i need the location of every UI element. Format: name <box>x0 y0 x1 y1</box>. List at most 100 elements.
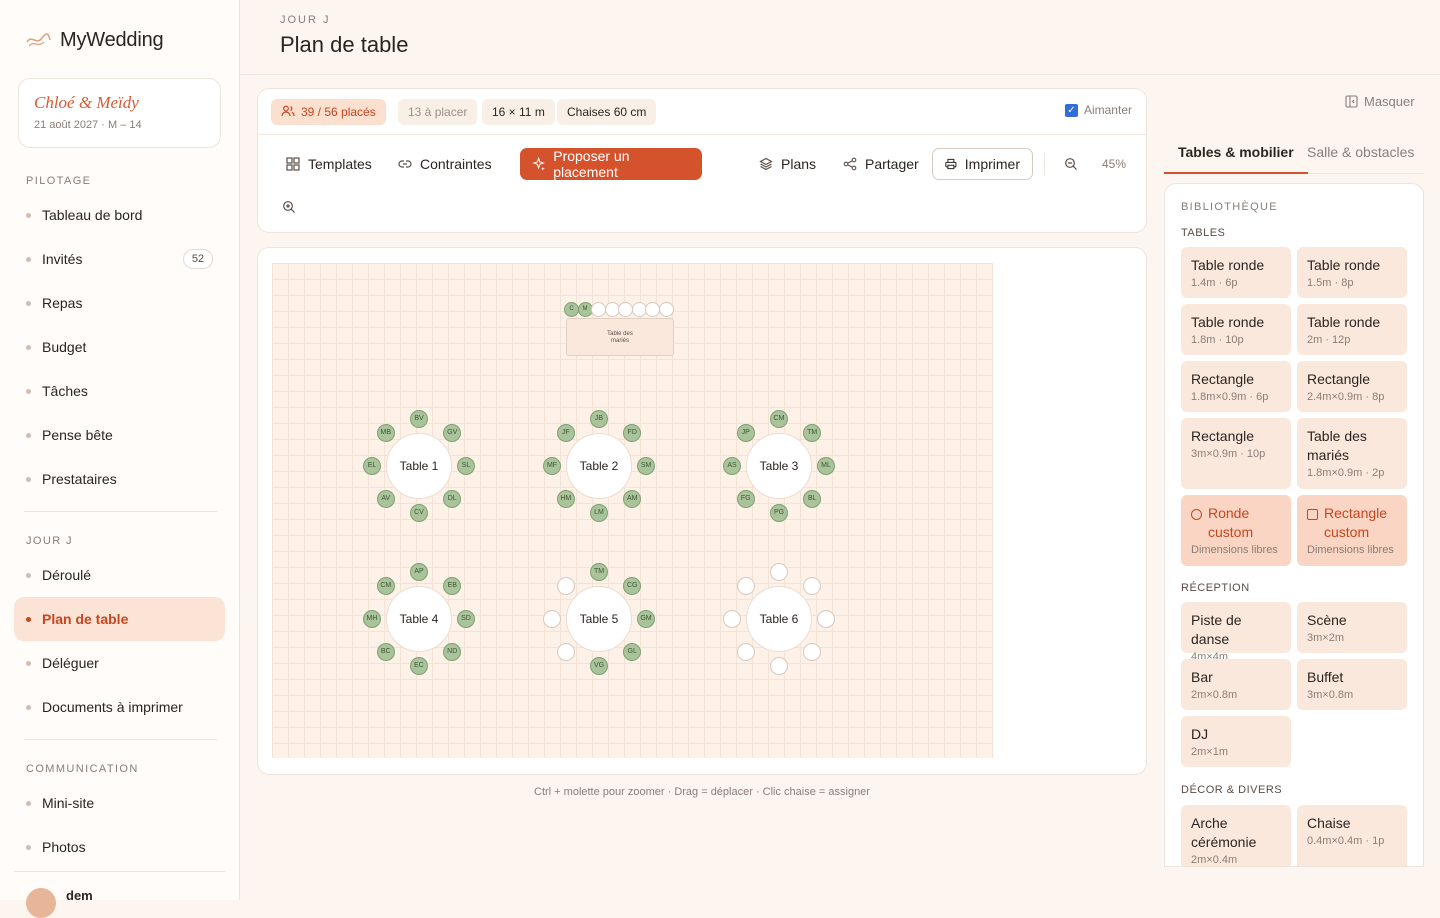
sidebar-item-meals[interactable]: Repas <box>14 283 225 323</box>
assigned-seat[interactable]: BC <box>376 643 395 662</box>
empty-seat[interactable] <box>723 610 741 628</box>
assigned-seat[interactable]: BV <box>410 410 428 428</box>
sidebar-item-vendors[interactable]: Prestataires <box>14 459 225 499</box>
empty-seat[interactable] <box>618 302 633 317</box>
checkbox-checked-icon[interactable]: ✓ <box>1064 103 1078 117</box>
seating-table[interactable]: Table 2 <box>566 433 632 499</box>
seating-table[interactable]: Table 3 <box>746 433 812 499</box>
empty-seat[interactable] <box>770 563 788 581</box>
sidebar-item-mini-site[interactable]: Mini-site <box>14 783 225 823</box>
suggest-placement-button[interactable]: Proposer un placement <box>520 148 702 180</box>
assigned-seat[interactable]: AV <box>376 490 395 509</box>
assigned-seat[interactable]: FG <box>736 490 755 509</box>
library-item[interactable]: DJ 2m×1m <box>1181 716 1291 767</box>
room-size-chip[interactable]: 16 × 11 m <box>482 99 555 125</box>
assigned-seat[interactable]: MB <box>376 423 395 442</box>
seating-table[interactable]: Table 6 <box>746 586 812 652</box>
sidebar-item-notes[interactable]: Pense bête <box>14 415 225 455</box>
library-item[interactable]: Ronde custom Dimensions libres <box>1181 495 1291 566</box>
assigned-seat[interactable]: CM <box>770 410 788 428</box>
assigned-seat[interactable]: JF <box>556 423 575 442</box>
library-item[interactable]: Rectangle 3m×0.9m · 10p <box>1181 418 1291 489</box>
empty-seat[interactable] <box>556 643 575 662</box>
library-item[interactable]: Table des mariés 1.8m×0.9m · 2p <box>1297 418 1407 489</box>
share-button[interactable]: Partager <box>831 148 931 180</box>
tab-room-obstacles[interactable]: Salle & obstacles <box>1307 144 1414 174</box>
seating-table[interactable]: Table 4 <box>386 586 452 652</box>
zoom-out-button[interactable] <box>1058 148 1084 180</box>
library-item[interactable]: Table ronde 2m · 12p <box>1297 304 1407 355</box>
assigned-seat[interactable]: VG <box>590 657 608 675</box>
assigned-seat[interactable]: SD <box>457 610 475 628</box>
assigned-seat[interactable]: MF <box>543 457 561 475</box>
library-item[interactable]: Chaise 0.4m×0.4m · 1p <box>1297 805 1407 866</box>
assigned-seat[interactable]: FD <box>623 423 642 442</box>
empty-seat[interactable] <box>736 643 755 662</box>
zoom-in-button[interactable] <box>276 191 302 223</box>
library-item[interactable]: Arche cérémonie 2m×0.4m <box>1181 805 1291 866</box>
empty-seat[interactable] <box>556 576 575 595</box>
sidebar-item-tasks[interactable]: Tâches <box>14 371 225 411</box>
assigned-seat[interactable]: SL <box>457 457 475 475</box>
empty-seat[interactable] <box>591 302 606 317</box>
library-item[interactable]: Table ronde 1.8m · 10p <box>1181 304 1291 355</box>
sidebar-item-print-docs[interactable]: Documents à imprimer <box>14 687 225 727</box>
library-item[interactable]: Table ronde 1.5m · 8p <box>1297 247 1407 298</box>
assigned-seat[interactable]: HM <box>556 490 575 509</box>
empty-seat[interactable] <box>543 610 561 628</box>
empty-seat[interactable] <box>736 576 755 595</box>
assigned-seat[interactable]: ML <box>817 457 835 475</box>
constraints-button[interactable]: Contraintes <box>386 148 504 180</box>
library-item[interactable]: Piste de danse 4m×4m <box>1181 602 1291 663</box>
sidebar-item-dashboard[interactable]: Tableau de bord <box>14 195 225 235</box>
empty-seat[interactable] <box>817 610 835 628</box>
assigned-seat[interactable]: AS <box>723 457 741 475</box>
assigned-seat[interactable]: LM <box>590 504 608 522</box>
user-menu[interactable]: dem <box>26 888 93 918</box>
assigned-seat[interactable]: AP <box>410 563 428 581</box>
library-item[interactable]: Buffet 3m×0.8m <box>1297 659 1407 710</box>
assigned-seat[interactable]: TM <box>590 563 608 581</box>
tab-tables-furniture[interactable]: Tables & mobilier <box>1164 144 1308 174</box>
chair-size-chip[interactable]: Chaises 60 cm <box>557 99 657 125</box>
templates-button[interactable]: Templates <box>274 148 384 180</box>
assigned-seat[interactable]: GM <box>637 610 655 628</box>
library-item[interactable]: Scène 3m×2m <box>1297 602 1407 653</box>
seating-table[interactable]: Table 1 <box>386 433 452 499</box>
assigned-seat[interactable]: JB <box>590 410 608 428</box>
library-item[interactable]: Rectangle custom Dimensions libres <box>1297 495 1407 566</box>
sidebar-item-schedule[interactable]: Déroulé <box>14 555 225 595</box>
library-item[interactable]: Table ronde 1.4m · 6p <box>1181 247 1291 298</box>
empty-seat[interactable] <box>770 657 788 675</box>
library-item[interactable]: Bar 2m×0.8m <box>1181 659 1291 710</box>
seating-table[interactable]: Table 5 <box>566 586 632 652</box>
head-table[interactable]: Table des mariés <box>566 318 674 356</box>
sidebar-item-seating-plan[interactable]: Plan de table <box>14 597 225 641</box>
assigned-seat[interactable]: EB <box>443 576 462 595</box>
sidebar-item-budget[interactable]: Budget <box>14 327 225 367</box>
assigned-seat[interactable]: GV <box>443 423 462 442</box>
assigned-seat[interactable]: CM <box>376 576 395 595</box>
assigned-seat[interactable]: SM <box>637 457 655 475</box>
assigned-seat[interactable]: EL <box>363 457 381 475</box>
assigned-seat[interactable]: EC <box>410 657 428 675</box>
sidebar-item-photos[interactable]: Photos <box>14 827 225 867</box>
snap-toggle[interactable]: ✓ Aimanter <box>1064 103 1132 117</box>
assigned-seat[interactable]: C <box>564 302 579 317</box>
app-logo[interactable]: MyWedding <box>24 28 164 52</box>
library-item[interactable]: Rectangle 2.4m×0.9m · 8p <box>1297 361 1407 412</box>
empty-seat[interactable] <box>658 302 674 317</box>
assigned-seat[interactable]: MH <box>363 610 381 628</box>
print-button[interactable]: Imprimer <box>932 148 1033 180</box>
couple-card[interactable]: Chloé & Meïdy 21 août 2027 · M – 14 <box>18 78 221 148</box>
empty-seat[interactable] <box>803 576 822 595</box>
sidebar-item-guests[interactable]: Invités 52 <box>14 239 225 279</box>
assigned-seat[interactable]: PG <box>770 504 788 522</box>
assigned-seat[interactable]: CG <box>623 576 642 595</box>
assigned-seat[interactable]: TM <box>803 423 822 442</box>
empty-seat[interactable] <box>645 302 660 317</box>
hide-panel-button[interactable]: Masquer <box>1345 94 1415 109</box>
library-item[interactable]: Rectangle 1.8m×0.9m · 6p <box>1181 361 1291 412</box>
plans-button[interactable]: Plans <box>747 148 828 180</box>
assigned-seat[interactable]: CV <box>410 504 428 522</box>
